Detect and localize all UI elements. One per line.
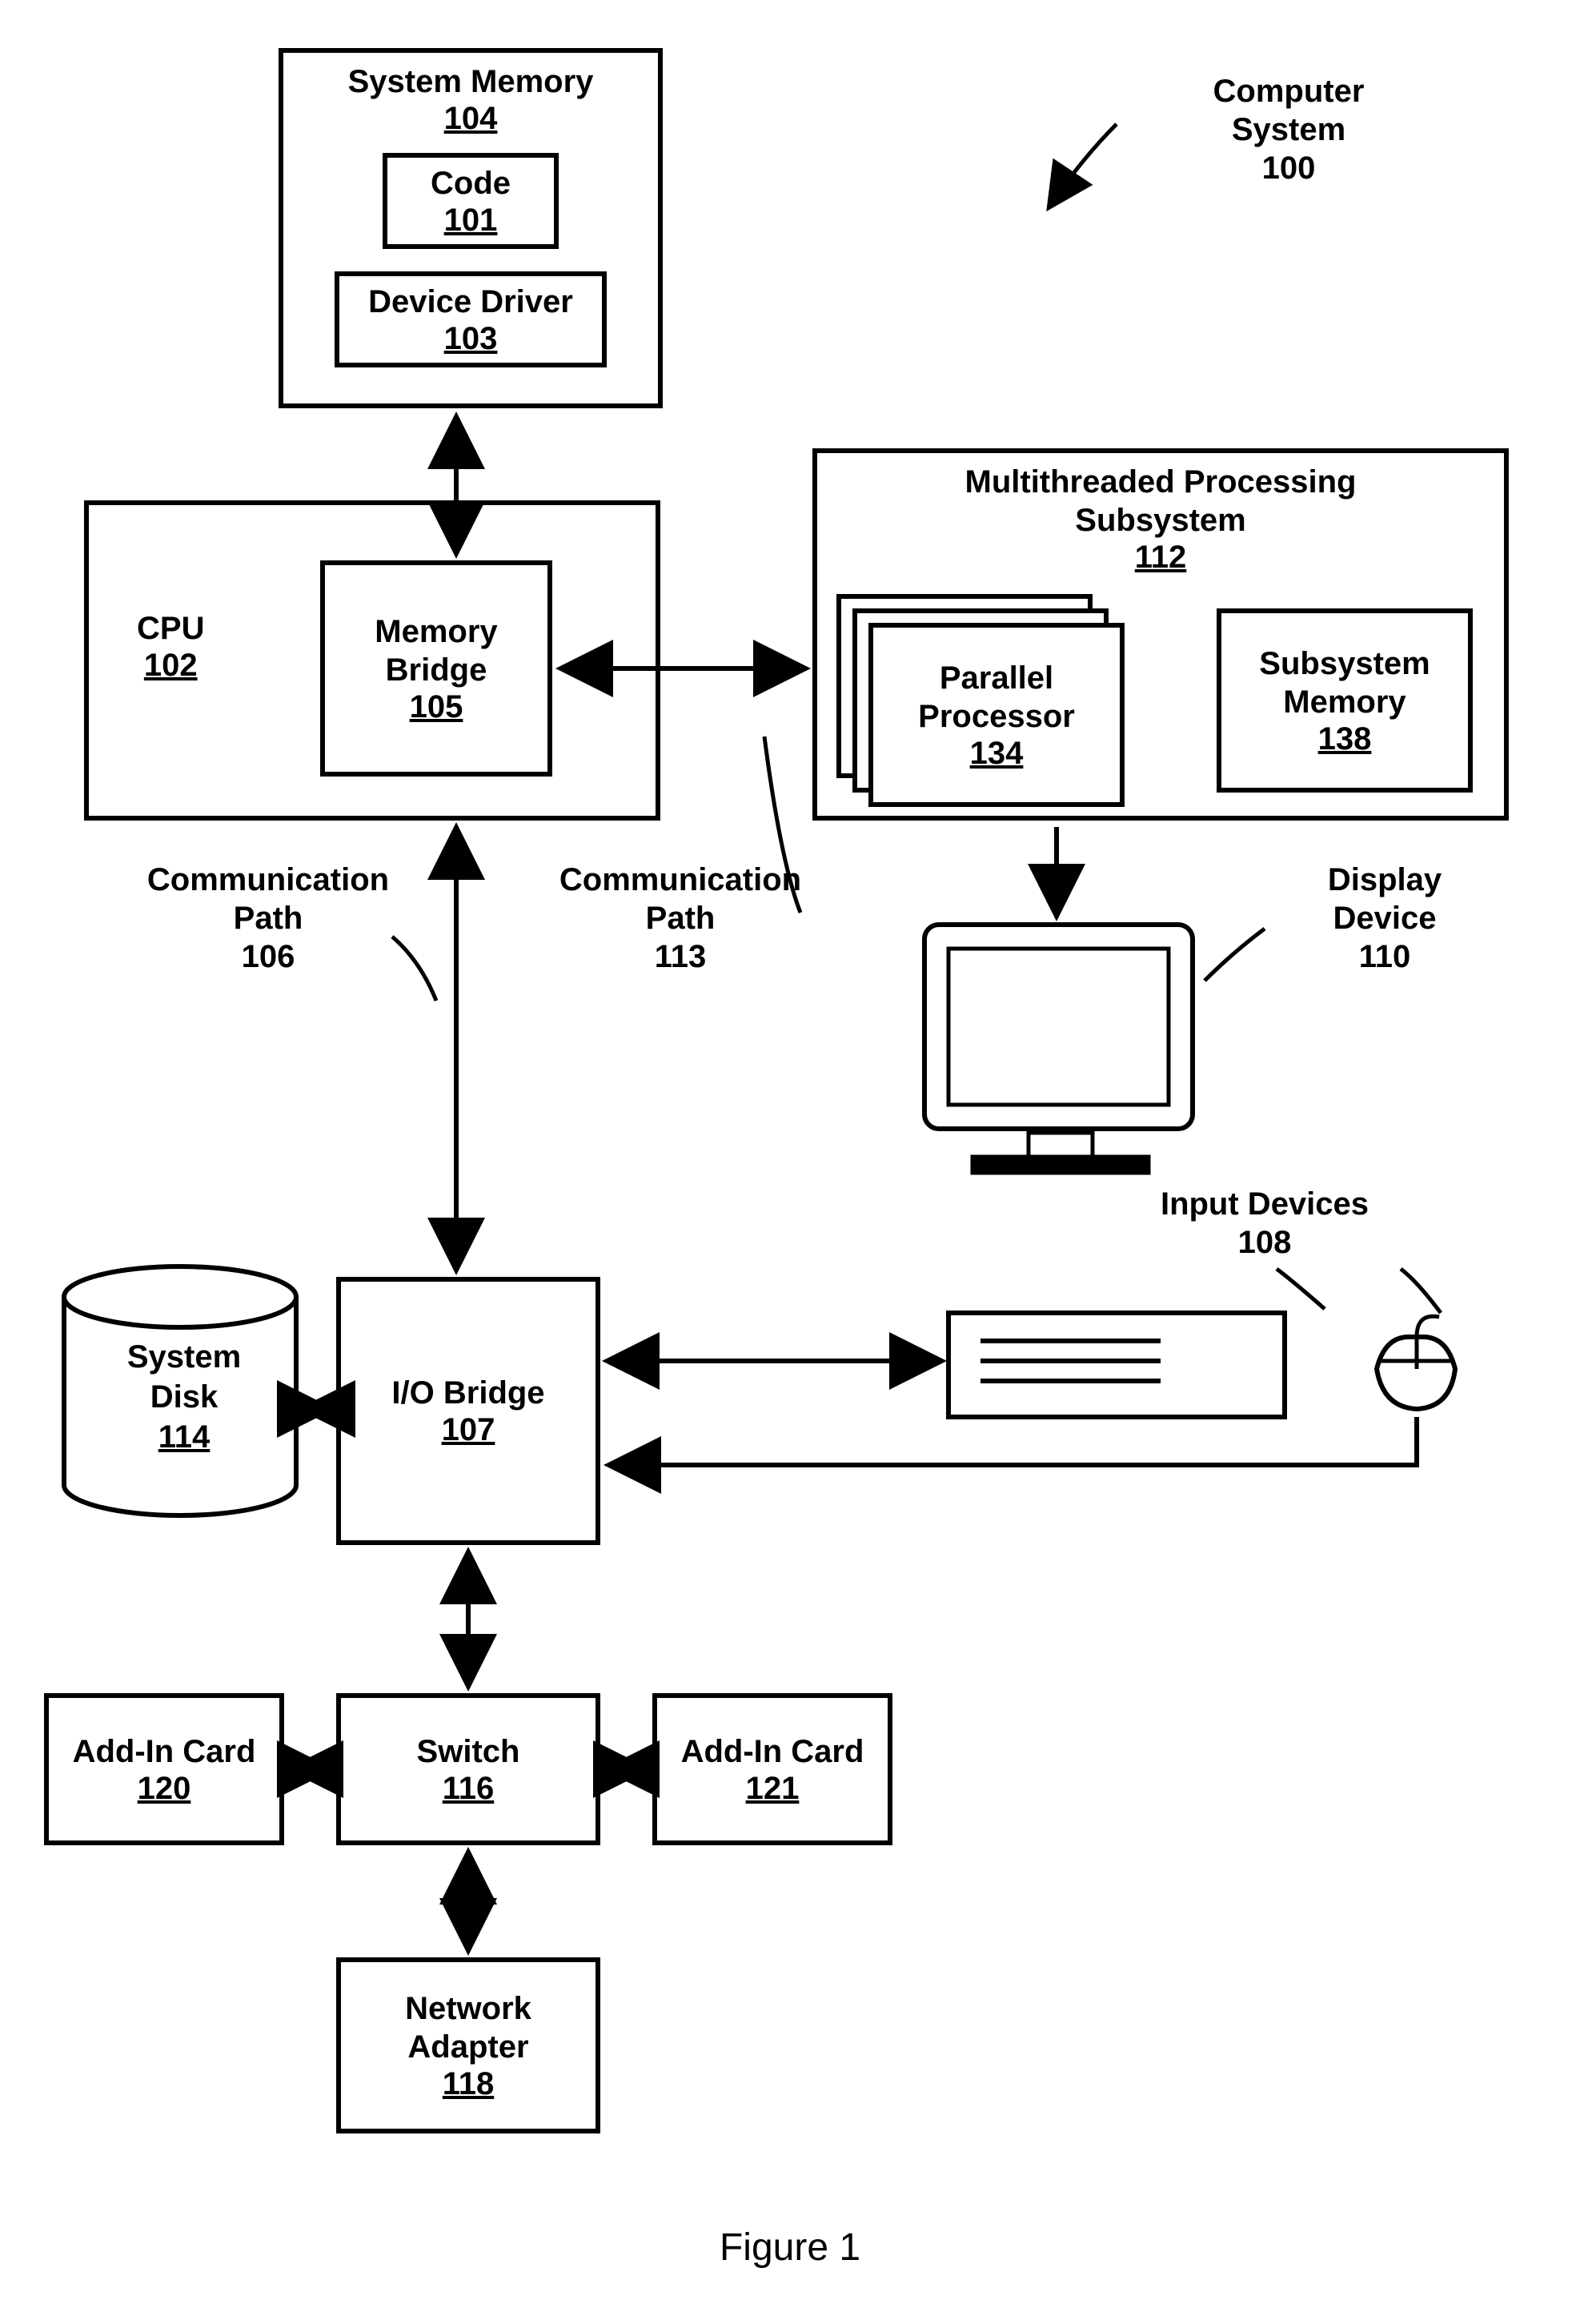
comm-path-113-label: Communication Path 113 [536,861,824,976]
comm-path-113-num: 113 [536,937,824,976]
curve-display-device [1205,929,1265,981]
io-bridge-num: 107 [442,1412,495,1448]
mtps-num: 112 [1135,540,1187,576]
mouse-icon [1377,1316,1455,1409]
display-device-num: 110 [1265,937,1505,976]
subsystem-memory-box: Subsystem Memory 138 [1217,608,1473,793]
display-device-title: Display Device [1265,861,1505,937]
monitor-icon [924,925,1193,1173]
add-in-card-120-title: Add-In Card [73,1732,256,1771]
switch-box: Switch 116 [336,1693,600,1845]
mtps-title: Multithreaded Processing Subsystem [965,463,1357,540]
parallel-processor-num: 134 [970,736,1024,772]
cpu-num: 102 [137,648,204,684]
comm-path-113-title: Communication Path [536,861,824,937]
input-devices-title: Input Devices [1113,1185,1417,1223]
code-box: Code 101 [383,153,559,249]
subsystem-memory-num: 138 [1318,721,1372,757]
add-in-card-121-box: Add-In Card 121 [652,1693,892,1845]
system-disk-title: System Disk [76,1337,292,1417]
input-devices-num: 108 [1113,1223,1417,1262]
system-memory-num: 104 [444,101,498,137]
arrow-mouse-iobridge [608,1417,1417,1465]
network-adapter-box: Network Adapter 118 [336,1957,600,2133]
parallel-processor-box: Parallel Processor 134 [868,623,1125,807]
memory-bridge-title: Memory Bridge [375,612,497,689]
cpu-title: CPU [137,609,204,648]
display-device-label: Display Device 110 [1265,861,1505,976]
computer-system-num: 100 [1129,149,1449,187]
computer-system-title: Computer System [1129,72,1449,149]
add-in-card-121-num: 121 [746,1771,800,1807]
system-disk-label: System Disk 114 [76,1337,292,1457]
comm-path-106-title: Communication Path [124,861,412,937]
curve-computer-system [1049,124,1117,208]
switch-num: 116 [443,1771,495,1807]
input-devices-label: Input Devices 108 [1113,1185,1417,1262]
connectors-overlay [0,0,1580,2324]
switch-title: Switch [417,1732,520,1771]
device-driver-box: Device Driver 103 [335,271,607,367]
network-adapter-title: Network Adapter [405,1989,531,2066]
comm-path-106-label: Communication Path 106 [124,861,412,976]
network-adapter-num: 118 [443,2066,495,2102]
subsystem-memory-title: Subsystem Memory [1259,644,1430,721]
add-in-card-121-title: Add-In Card [681,1732,864,1771]
device-driver-title: Device Driver [368,283,573,321]
device-driver-num: 103 [444,321,498,357]
add-in-card-120-box: Add-In Card 120 [44,1693,284,1845]
curve-input-devices-left [1277,1269,1325,1309]
system-memory-box: System Memory 104 Code 101 Device Driver… [279,48,663,408]
code-title: Code [431,164,511,203]
io-bridge-title: I/O Bridge [391,1374,544,1412]
comm-path-106-num: 106 [124,937,412,976]
computer-system-label: Computer System 100 [1129,72,1449,187]
add-in-card-120-num: 120 [138,1771,191,1807]
memory-bridge-num: 105 [410,689,463,725]
memory-bridge-box: Memory Bridge 105 [320,560,552,777]
figure-caption: Figure 1 [0,2226,1580,2270]
code-num: 101 [444,203,498,239]
keyboard-icon [948,1313,1285,1417]
system-memory-title: System Memory [348,62,594,101]
parallel-processor-title: Parallel Processor [918,659,1075,736]
system-disk-num: 114 [158,1417,211,1457]
cpu-label-group: CPU 102 [137,609,204,684]
io-bridge-box: I/O Bridge 107 [336,1277,600,1545]
curve-input-devices-right [1401,1269,1441,1313]
diagram-canvas: System Memory 104 Code 101 Device Driver… [0,0,1580,2324]
